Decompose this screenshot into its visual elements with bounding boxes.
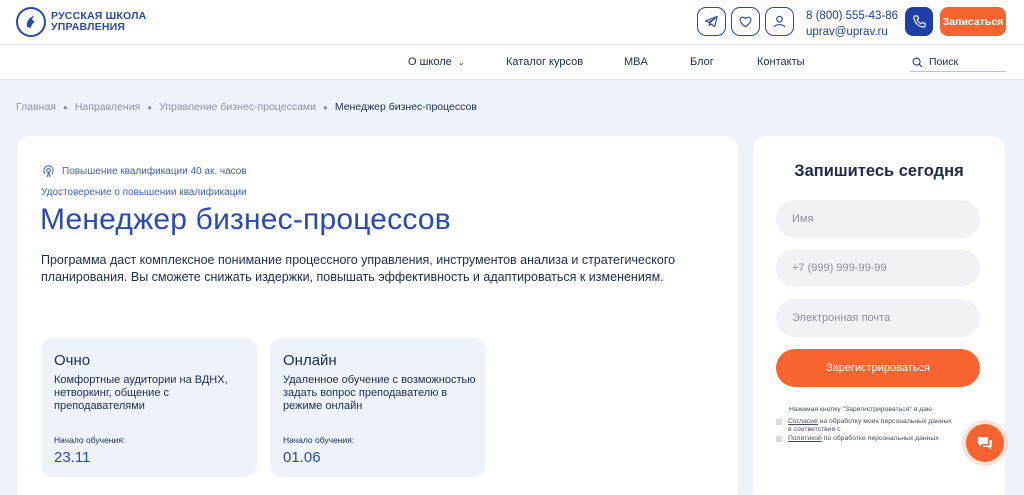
consent-personal-data[interactable]: Согласие на обработку моих персональных … <box>776 418 952 434</box>
format-card-offline[interactable]: Очно Комфортные аудитории на ВДНХ, нетво… <box>41 338 257 477</box>
format-title: Онлайн <box>283 352 337 369</box>
policy-checkbox[interactable] <box>776 436 782 442</box>
policy-line: по обработке персональных данных <box>821 435 939 442</box>
certificate-text: Удостоверение о повышении квалификации <box>41 187 247 198</box>
logo-text: РУССКАЯ ШКОЛА УПРАВЛЕНИЯ <box>51 11 146 33</box>
format-description: Комфортные аудитории на ВДНХ, нетворкинг… <box>54 374 228 412</box>
broadcast-icon <box>43 165 54 178</box>
consent-line-2: в соответствии с <box>788 426 841 433</box>
search-placeholder: Поиск <box>929 56 959 68</box>
start-date: 23.11 <box>54 449 91 466</box>
format-description: Удаленное обучение с возможностью задать… <box>283 374 476 412</box>
call-button[interactable] <box>905 7 933 36</box>
breadcrumb-category[interactable]: Управление бизнес-процессами <box>159 101 316 113</box>
logo-emblem-icon <box>16 7 46 37</box>
nav-item-blog[interactable]: Блог <box>690 56 714 68</box>
consent-note: Нажимая кнопку "Зарегистрироваться" я да… <box>789 406 932 413</box>
format-card-online[interactable]: Онлайн Удаленное обучение с возможностью… <box>270 338 486 477</box>
telegram-icon <box>704 15 718 28</box>
breadcrumb-directions[interactable]: Направления <box>75 101 140 113</box>
course-card: Повышение квалификации 40 ак. часов Удос… <box>17 136 738 495</box>
nav-item-label: О школе <box>408 56 452 68</box>
top-header: РУССКАЯ ШКОЛА УПРАВЛЕНИЯ 8 (800) 555-43-… <box>0 0 1024 45</box>
course-description: Программа даст комплексное понимание про… <box>41 253 676 284</box>
header-signup-button[interactable]: Записаться <box>940 7 1006 36</box>
consent-link[interactable]: Согласие <box>788 418 818 425</box>
user-icon <box>773 15 786 28</box>
breadcrumb-current: Менеджер бизнес-процессов <box>334 101 477 113</box>
nav-item-contacts[interactable]: Контакты <box>757 56 805 68</box>
phone-link[interactable]: 8 (800) 555-43-86 <box>806 8 898 24</box>
school-logo[interactable]: РУССКАЯ ШКОЛА УПРАВЛЕНИЯ <box>16 7 146 37</box>
register-button[interactable]: Зарегистрироваться <box>776 349 980 387</box>
start-label: Начало обучения: <box>283 435 355 445</box>
nav-item-about[interactable]: О школе ⌄ <box>408 56 465 68</box>
breadcrumb: Главная ● Направления ● Управление бизне… <box>16 101 477 113</box>
breadcrumb-separator-icon: ● <box>323 102 328 112</box>
qualification-tag: Повышение квалификации 40 ак. часов <box>41 164 247 179</box>
form-title: Запишитесь сегодня <box>794 162 964 180</box>
consent-text: Согласие на обработку моих персональных … <box>788 418 952 434</box>
phone-icon <box>912 15 926 28</box>
main-nav: О школе ⌄ Каталог курсов MBA Блог Контак… <box>0 45 1024 80</box>
name-field[interactable] <box>776 200 980 238</box>
phone-field[interactable] <box>776 249 980 287</box>
nav-item-mba[interactable]: MBA <box>624 56 648 68</box>
contacts-block: 8 (800) 555-43-86 uprav@uprav.ru <box>806 8 898 40</box>
breadcrumb-separator-icon: ● <box>62 102 68 112</box>
email-field[interactable] <box>776 299 980 337</box>
consent-checkbox[interactable] <box>776 419 782 425</box>
nav-item-catalog[interactable]: Каталог курсов <box>506 56 583 68</box>
chevron-down-icon: ⌄ <box>457 58 465 67</box>
profile-button[interactable] <box>765 7 794 36</box>
start-date: 01.06 <box>283 449 321 466</box>
breadcrumb-home[interactable]: Главная <box>16 101 56 113</box>
telegram-button[interactable] <box>697 7 726 36</box>
search-icon <box>912 57 923 67</box>
favorites-button[interactable] <box>731 7 760 36</box>
search-input[interactable]: Поиск <box>910 53 1006 72</box>
consent-policy[interactable]: Политикой по обработке персональных данн… <box>776 435 939 443</box>
qualification-text: Повышение квалификации 40 ак. часов <box>62 166 247 177</box>
heart-icon <box>739 16 752 28</box>
page-title: Менеджер бизнес-процессов <box>40 203 451 236</box>
chat-icon <box>978 437 992 450</box>
chat-button[interactable] <box>966 424 1004 462</box>
policy-text: Политикой по обработке персональных данн… <box>788 435 939 443</box>
format-title: Очно <box>54 352 91 369</box>
consent-line-1: на обработку моих персональных данных <box>817 418 952 425</box>
breadcrumb-separator-icon: ● <box>147 102 153 112</box>
policy-link[interactable]: Политикой <box>788 435 822 442</box>
email-link[interactable]: uprav@uprav.ru <box>806 24 898 40</box>
logo-line-2: УПРАВЛЕНИЯ <box>51 21 126 33</box>
start-label: Начало обучения: <box>54 435 126 445</box>
